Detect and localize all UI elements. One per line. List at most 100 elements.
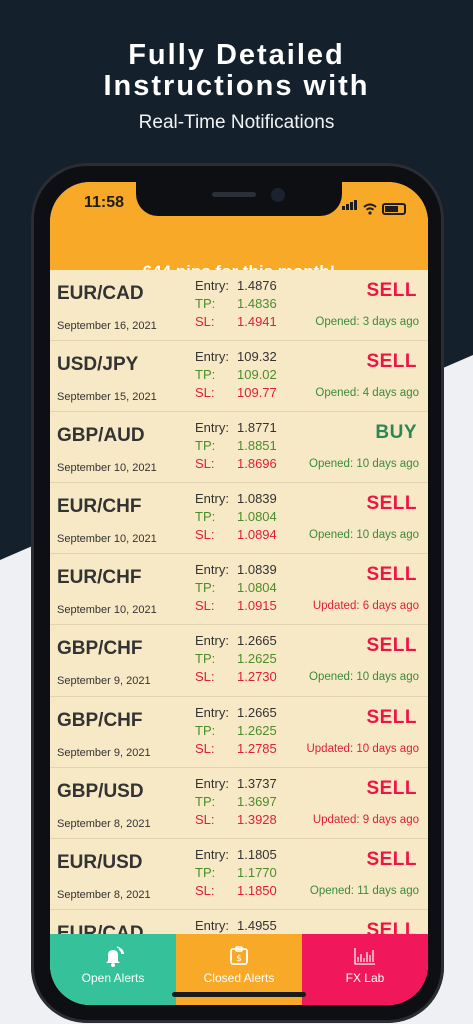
home-indicator[interactable] — [172, 992, 306, 997]
alert-row[interactable]: EUR/USD September 8, 2021 Entry: 1.1805 TP: 1… — [50, 838, 428, 910]
signal-badge: SELL — [366, 919, 417, 934]
sl-value: 1.2785 — [237, 740, 277, 756]
alerts-list[interactable]: EUR/CAD September 16, 2021 Entry: 1.4876 TP:… — [50, 270, 428, 934]
entry-value: 1.8771 — [237, 420, 277, 436]
tp-label: TP: — [195, 367, 216, 383]
notch — [136, 182, 342, 216]
stop-loss: SL: 1.1850 — [195, 883, 277, 898]
svg-text:$: $ — [236, 954, 242, 964]
headline-subtitle: Real-Time Notifications — [138, 112, 335, 133]
entry-label: Entry: — [195, 278, 229, 293]
pair-symbol: GBP/USD — [57, 780, 144, 802]
tp-value: 1.0804 — [237, 580, 277, 596]
tp-value: 1.2625 — [237, 651, 277, 667]
entry-label: Entry: — [195, 349, 229, 365]
pair-symbol: EUR/CAD — [57, 922, 144, 934]
tp-label: TP: — [195, 296, 216, 311]
alert-row[interactable]: GBP/USD September 8, 2021 Entry: 1.3737 TP: 1… — [50, 767, 428, 839]
take-profit: TP: 109.02 — [195, 367, 277, 382]
entry-price: Entry: 1.4876 — [195, 278, 277, 293]
alert-row[interactable]: EUR/CHF September 10, 2021 Entry: 1.0839 TP:… — [50, 483, 428, 555]
camera-icon — [271, 188, 285, 202]
alert-row[interactable]: EUR/CADEntry:1.4955TP:SL:SELL — [50, 909, 428, 934]
signal-badge: SELL — [366, 777, 417, 799]
entry-value: 1.4876 — [237, 278, 277, 293]
alert-row[interactable]: GBP/AUD September 10, 2021 Entry: 1.8771 TP:… — [50, 412, 428, 484]
tp-value: 1.3697 — [237, 793, 277, 809]
entry-price: Entry: 1.0839 — [195, 491, 277, 506]
stop-loss: SL: 109.77 — [195, 385, 277, 400]
signal-badge: BUY — [375, 422, 417, 444]
sl-value: 1.4941 — [237, 314, 277, 329]
entry-label: Entry: — [195, 917, 229, 933]
pair-symbol: USD/JPY — [57, 354, 139, 376]
tp-label: TP: — [195, 793, 216, 809]
pair-symbol: EUR/CHF — [57, 567, 142, 589]
entry-price: Entry: 1.4955 — [195, 918, 277, 933]
sl-label: SL: — [195, 314, 215, 329]
sl-value: 1.2730 — [237, 669, 277, 685]
signal-badge: SELL — [366, 564, 417, 586]
tp-value: 1.1770 — [237, 864, 277, 880]
entry-value: 109.32 — [237, 349, 277, 365]
alert-status: Updated: 10 days ago — [306, 742, 419, 755]
alert-status: Opened: 10 days ago — [309, 529, 419, 542]
entry-label: Entry: — [195, 846, 229, 862]
status-icons — [342, 197, 406, 215]
stop-loss: SL: 1.3928 — [195, 812, 277, 827]
alert-row[interactable]: EUR/CAD September 16, 2021 Entry: 1.4876 TP:… — [50, 270, 428, 342]
tp-label: TP: — [195, 438, 216, 454]
pair-symbol: GBP/CHF — [57, 638, 143, 660]
alert-date: September 9, 2021 — [57, 746, 151, 759]
tp-value: 1.0804 — [237, 509, 277, 525]
tp-value: 1.4836 — [237, 296, 277, 311]
entry-label: Entry: — [195, 704, 229, 720]
sl-value: 1.1850 — [237, 882, 277, 898]
entry-price: Entry: 1.0839 — [195, 562, 277, 577]
entry-price: Entry: 1.2665 — [195, 633, 277, 648]
tab-open-alerts[interactable]: Open Alerts — [50, 934, 176, 1005]
tp-label: TP: — [195, 651, 216, 667]
entry-value: 1.0839 — [237, 562, 277, 578]
battery-icon — [382, 203, 406, 215]
alert-date: September 15, 2021 — [57, 391, 157, 404]
sl-value: 1.3928 — [237, 811, 277, 827]
entry-price: Entry: 109.32 — [195, 349, 277, 364]
alert-status: Opened: 11 days ago — [309, 884, 419, 897]
entry-value: 1.3737 — [237, 775, 277, 791]
signal-icon — [342, 197, 358, 215]
signal-badge: SELL — [366, 848, 417, 870]
pair-symbol: EUR/CAD — [57, 283, 144, 304]
signal-badge: SELL — [366, 635, 417, 657]
pair-symbol: GBP/CHF — [57, 709, 143, 731]
alert-date: September 10, 2021 — [57, 462, 157, 475]
chart-icon — [354, 948, 375, 965]
pair-symbol: EUR/CHF — [57, 496, 142, 518]
take-profit: TP: 1.2625 — [195, 651, 277, 666]
tab-fx-lab[interactable]: FX Lab — [302, 934, 428, 1005]
tab-open-alerts-label: Open Alerts — [81, 971, 145, 985]
entry-label: Entry: — [195, 633, 229, 649]
alert-date: September 8, 2021 — [57, 888, 151, 901]
signal-badge: SELL — [366, 706, 417, 728]
alert-row[interactable]: USD/JPY September 15, 2021 Entry: 109.32 TP:… — [50, 341, 428, 413]
take-profit: TP: 1.0804 — [195, 509, 277, 524]
alert-row[interactable]: GBP/CHF September 9, 2021 Entry: 1.2665 TP: 1… — [50, 696, 428, 768]
headline-line-1: Fully Detailed — [128, 39, 345, 71]
entry-label: Entry: — [195, 562, 229, 578]
alert-row[interactable]: EUR/CHF September 10, 2021 Entry: 1.0839 TP:… — [50, 554, 428, 626]
speaker — [212, 192, 256, 197]
stop-loss: SL: 1.8696 — [195, 456, 277, 471]
take-profit: TP: 1.0804 — [195, 580, 277, 595]
alert-status: Updated: 6 days ago — [312, 600, 419, 613]
take-profit: TP: 1.4836 — [195, 296, 277, 311]
sl-label: SL: — [195, 811, 215, 827]
alert-date: September 10, 2021 — [57, 604, 157, 617]
alert-row[interactable]: GBP/CHF September 9, 2021 Entry: 1.2665 TP: 1… — [50, 625, 428, 697]
sl-value: 109.77 — [237, 385, 277, 401]
sl-label: SL: — [195, 456, 215, 472]
stop-loss: SL: 1.0915 — [195, 598, 277, 613]
tp-label: TP: — [195, 864, 216, 880]
alert-status: Updated: 9 days ago — [312, 813, 419, 826]
app-screen: 11:58 644 pips for this month! EUR/CADSe… — [50, 182, 428, 1005]
